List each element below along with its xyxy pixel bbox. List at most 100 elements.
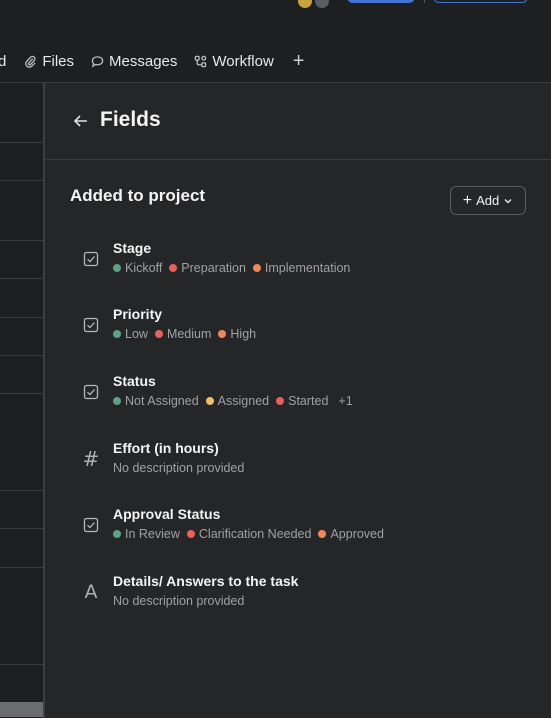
option-chip: In Review: [113, 527, 180, 541]
field-details: Not Assigned Assigned Started +1: [113, 394, 353, 408]
checkbox-icon: [81, 249, 101, 269]
arrow-left-icon: [73, 115, 87, 127]
field-row[interactable]: Status Not Assigned Assigned Started +1: [45, 373, 551, 423]
share-button[interactable]: [347, 0, 415, 3]
plus-icon: +: [462, 191, 473, 209]
panel-header: Fields: [45, 83, 551, 160]
horizontal-scrollbar[interactable]: [0, 702, 43, 717]
add-field-label: Add: [476, 193, 500, 208]
option-chip: Kickoff: [113, 261, 162, 275]
option-chip: Preparation: [169, 261, 246, 275]
field-description: No description provided: [113, 594, 245, 608]
back-button[interactable]: [72, 112, 90, 130]
add-field-button[interactable]: + Add: [450, 186, 526, 215]
row-divider: [0, 393, 43, 394]
row-divider: [0, 490, 43, 491]
tab-workflow[interactable]: Workflow: [194, 52, 274, 70]
field-details: No description provided: [113, 461, 244, 475]
row-divider: [0, 567, 43, 568]
field-name: Priority: [113, 306, 163, 322]
option-chip: Assigned: [205, 394, 270, 408]
tab-files-label: Files: [42, 52, 75, 70]
color-dot: [169, 264, 178, 272]
field-name: Status: [113, 373, 156, 389]
field-description: No description provided: [113, 461, 245, 475]
checkbox-icon: [81, 382, 101, 402]
option-chip: Approved: [318, 527, 384, 541]
option-label: High: [230, 327, 257, 341]
row-divider: [0, 240, 43, 241]
tab-files[interactable]: Files: [24, 53, 74, 70]
option-chip: Medium: [154, 327, 212, 341]
field-row[interactable]: Approval Status In Review Clarification Ne…: [45, 506, 551, 556]
task-list-background: [0, 83, 44, 718]
row-divider: [0, 317, 43, 318]
row-divider: [0, 278, 43, 279]
option-label: Not Assigned: [125, 394, 199, 408]
row-divider: [0, 355, 43, 356]
color-dot: [252, 264, 261, 272]
option-label: Medium: [166, 327, 212, 341]
color-dot: [318, 530, 327, 538]
divider: [424, 0, 425, 3]
tab-messages[interactable]: Messages: [91, 53, 177, 70]
text-icon: A: [84, 580, 98, 603]
avatar[interactable]: [315, 0, 329, 8]
color-dot: [218, 330, 227, 338]
color-dot: [154, 330, 163, 338]
option-chip: Started: [276, 394, 328, 408]
field-name: Approval Status: [113, 506, 221, 522]
row-divider: [0, 142, 43, 143]
option-label: Started: [288, 394, 329, 408]
color-dot: [276, 397, 285, 405]
field-row[interactable]: # Effort (in hours) No description provide…: [45, 440, 551, 490]
panel-title: Fields: [100, 108, 161, 131]
checkbox-icon: [81, 515, 101, 535]
field-row[interactable]: A Details/ Answers to the task No descript…: [45, 573, 551, 623]
avatar[interactable]: [298, 0, 312, 8]
color-dot: [113, 530, 121, 538]
workflow-icon: [195, 55, 207, 67]
hash-icon: #: [82, 447, 100, 471]
field-row[interactable]: Stage Kickoff Preparation Implementation: [45, 240, 551, 290]
tab-partial-label: d: [0, 52, 7, 70]
color-dot: [113, 264, 121, 272]
field-row[interactable]: Priority Low Medium High: [45, 306, 551, 356]
field-name: Stage: [113, 240, 152, 256]
field-details: Kickoff Preparation Implementation: [113, 261, 357, 275]
option-label: Kickoff: [125, 261, 163, 275]
option-chip: Clarification Needed: [186, 527, 312, 541]
option-chip: Low: [113, 327, 148, 341]
option-label: Clarification Needed: [198, 527, 312, 541]
speech-bubble-icon: [91, 55, 104, 68]
tab-messages-label: Messages: [109, 52, 178, 70]
field-details: Low Medium High: [113, 327, 263, 341]
option-label: Low: [125, 327, 148, 341]
project-tabs: d Files Messages Workflow +: [0, 48, 304, 74]
option-label: Preparation: [181, 261, 246, 275]
option-label: Approved: [330, 527, 384, 541]
customize-button[interactable]: [433, 0, 528, 3]
color-dot: [186, 530, 195, 538]
field-details: No description provided: [113, 594, 244, 608]
row-divider: [0, 180, 43, 181]
option-label: Assigned: [217, 394, 270, 408]
color-dot: [113, 397, 121, 405]
tab-partial[interactable]: d: [0, 53, 6, 70]
fields-panel: Fields Added to project + Add Stage Kicko…: [45, 83, 551, 718]
option-chip: Implementation: [252, 261, 351, 275]
option-label: Implementation: [264, 261, 351, 275]
option-label: In Review: [125, 527, 180, 541]
checkbox-icon: [81, 315, 101, 335]
more-options-count: +1: [338, 394, 353, 408]
field-name: Details/ Answers to the task: [113, 573, 299, 589]
option-chip: Not Assigned: [113, 394, 199, 408]
paperclip-icon: [25, 55, 36, 68]
field-details: In Review Clarification Needed Approved: [113, 527, 391, 541]
chevron-down-icon: [504, 198, 512, 204]
add-tab-button[interactable]: +: [293, 51, 305, 71]
row-divider: [0, 664, 43, 665]
section-title: Added to project: [70, 186, 206, 205]
color-dot: [113, 330, 121, 338]
tab-workflow-label: Workflow: [212, 52, 274, 70]
